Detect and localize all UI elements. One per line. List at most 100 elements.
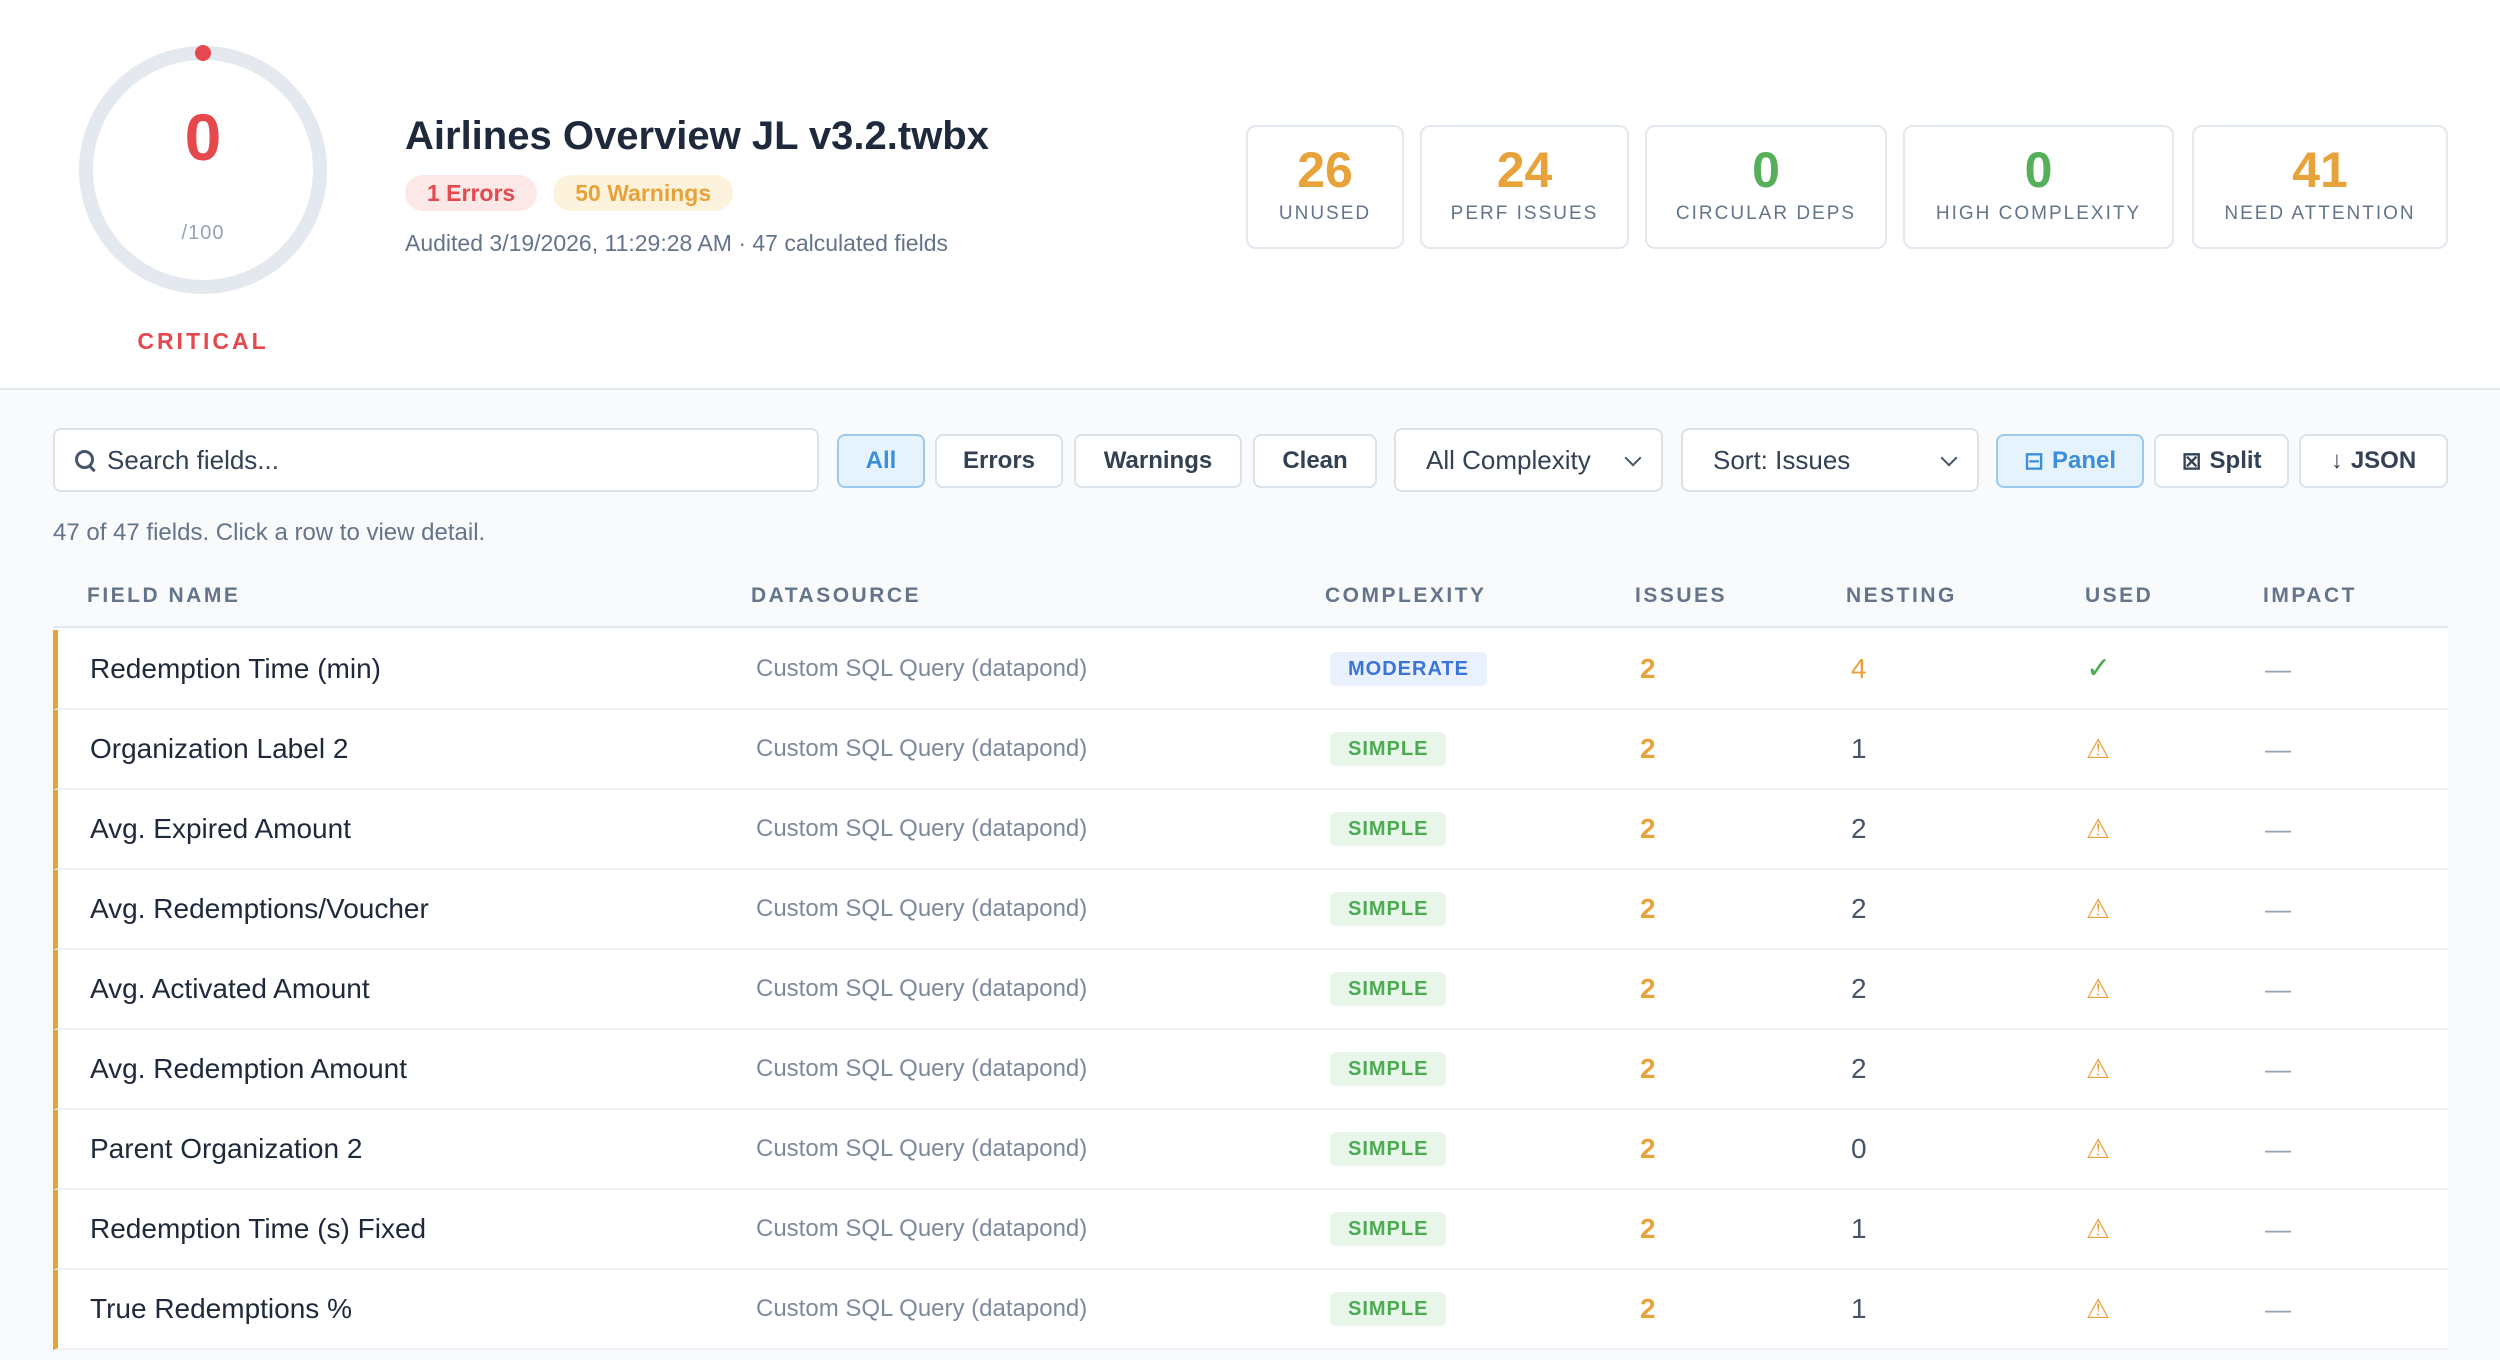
filter-clean-button[interactable]: Clean bbox=[1253, 434, 1377, 488]
column-header-datasource[interactable]: DATASOURCE bbox=[751, 584, 921, 608]
used-cell: ⚠ bbox=[2086, 1030, 2110, 1108]
impact-value: — bbox=[2265, 654, 2291, 684]
complexity-badge: SIMPLE bbox=[1330, 1051, 1447, 1086]
complexity-badge: SIMPLE bbox=[1330, 731, 1447, 766]
field-name: Organization Label 2 bbox=[90, 733, 349, 764]
field-datasource: Custom SQL Query (datapond) bbox=[756, 895, 1088, 922]
issues-count: 2 bbox=[1640, 1213, 1656, 1244]
warnings-badge: 50 Warnings bbox=[553, 175, 734, 211]
complexity-select[interactable]: All Complexity bbox=[1394, 428, 1663, 492]
filter-warnings-button[interactable]: Warnings bbox=[1074, 434, 1242, 488]
panel-button-label: Panel bbox=[2052, 447, 2117, 474]
health-status-label: CRITICAL bbox=[137, 328, 269, 354]
warn-icon: ⚠ bbox=[2086, 734, 2111, 764]
field-datasource: Custom SQL Query (datapond) bbox=[756, 1055, 1088, 1082]
field-datasource: Custom SQL Query (datapond) bbox=[756, 815, 1088, 842]
column-header-used[interactable]: USED bbox=[2085, 584, 2153, 608]
stat-label: NEED ATTENTION bbox=[2224, 203, 2416, 224]
impact-value: — bbox=[2265, 974, 2291, 1004]
column-header-issues[interactable]: ISSUES bbox=[1635, 584, 1727, 608]
complexity-badge: MODERATE bbox=[1330, 651, 1487, 686]
column-header-nesting[interactable]: NESTING bbox=[1846, 584, 1957, 608]
table-row[interactable]: Redemption Time (min) Custom SQL Query (d… bbox=[53, 630, 2448, 710]
sort-select[interactable]: Sort: Issues bbox=[1681, 428, 1979, 492]
nesting-depth: 2 bbox=[1851, 973, 1867, 1004]
nesting-depth: 1 bbox=[1851, 1293, 1867, 1324]
field-datasource: Custom SQL Query (datapond) bbox=[756, 655, 1088, 682]
column-header-field-name[interactable]: FIELD NAME bbox=[87, 584, 240, 608]
split-view-button[interactable]: ⊠ Split bbox=[2154, 434, 2289, 488]
impact-value: — bbox=[2265, 1294, 2291, 1324]
complexity-cell: SIMPLE bbox=[1330, 1190, 1447, 1268]
gauge-indicator-dot bbox=[195, 45, 211, 61]
stat-need-attention: 41 NEED ATTENTION bbox=[2192, 125, 2448, 249]
warn-icon: ⚠ bbox=[2086, 1054, 2111, 1084]
search-input[interactable] bbox=[107, 444, 817, 476]
issues-count: 2 bbox=[1640, 1053, 1656, 1084]
table-row[interactable]: Avg. Redemption Amount Custom SQL Query (… bbox=[53, 1030, 2448, 1110]
warn-icon: ⚠ bbox=[2086, 1294, 2111, 1324]
complexity-badge: SIMPLE bbox=[1330, 891, 1447, 926]
table-row[interactable]: Avg. Expired Amount Custom SQL Query (dat… bbox=[53, 790, 2448, 870]
complexity-badge: SIMPLE bbox=[1330, 1211, 1447, 1246]
sort-select-value: Sort: Issues bbox=[1713, 444, 1851, 475]
complexity-badge: SIMPLE bbox=[1330, 971, 1447, 1006]
nesting-depth: 2 bbox=[1851, 813, 1867, 844]
used-cell: ✓ bbox=[2086, 630, 2111, 708]
column-header-impact[interactable]: IMPACT bbox=[2263, 584, 2357, 608]
json-export-button[interactable]: ↓ JSON bbox=[2299, 434, 2448, 488]
complexity-badge: SIMPLE bbox=[1330, 1291, 1447, 1326]
warn-icon: ⚠ bbox=[2086, 814, 2111, 844]
field-name: Avg. Expired Amount bbox=[90, 813, 351, 844]
stat-high-complexity: 0 HIGH COMPLEXITY bbox=[1903, 125, 2174, 249]
nesting-depth: 1 bbox=[1851, 733, 1867, 764]
complexity-cell: SIMPLE bbox=[1330, 1030, 1447, 1108]
stat-label: HIGH COMPLEXITY bbox=[1935, 203, 2142, 224]
errors-badge: 1 Errors bbox=[405, 175, 538, 211]
nesting-depth: 2 bbox=[1851, 893, 1867, 924]
table-row[interactable]: Parent Organization 2 Custom SQL Query (d… bbox=[53, 1110, 2448, 1190]
table-row[interactable]: Avg. Redemptions/Voucher Custom SQL Query… bbox=[53, 870, 2448, 950]
download-icon: ↓ bbox=[2330, 447, 2343, 474]
used-cell: ⚠ bbox=[2086, 790, 2110, 868]
table-row[interactable]: Avg. Activated Amount Custom SQL Query (d… bbox=[53, 950, 2448, 1030]
complexity-cell: SIMPLE bbox=[1330, 1270, 1447, 1348]
stat-value: 24 bbox=[1496, 142, 1553, 198]
field-datasource: Custom SQL Query (datapond) bbox=[756, 975, 1088, 1002]
complexity-badge: SIMPLE bbox=[1330, 811, 1447, 846]
split-button-label: Split bbox=[2209, 447, 2262, 474]
field-name: Redemption Time (min) bbox=[90, 653, 381, 684]
issues-count: 2 bbox=[1640, 813, 1656, 844]
column-header-complexity[interactable]: COMPLEXITY bbox=[1325, 584, 1487, 608]
field-name: Avg. Activated Amount bbox=[90, 973, 370, 1004]
table-row[interactable]: Redemption Time (s) Fixed Custom SQL Quer… bbox=[53, 1190, 2448, 1270]
field-name: Avg. Redemption Amount bbox=[90, 1053, 408, 1084]
filter-errors-button[interactable]: Errors bbox=[935, 434, 1063, 488]
stat-unused: 26 UNUSED bbox=[1246, 125, 1404, 249]
stat-value: 0 bbox=[2024, 142, 2053, 198]
stat-label: PERF ISSUES bbox=[1450, 203, 1599, 224]
impact-value: — bbox=[2265, 1054, 2291, 1084]
stat-value: 41 bbox=[2292, 142, 2348, 198]
panel-icon: ⊟ bbox=[2023, 447, 2045, 475]
warn-icon: ⚠ bbox=[2086, 1134, 2111, 1164]
issues-count: 2 bbox=[1640, 1133, 1656, 1164]
used-cell: ⚠ bbox=[2086, 1190, 2110, 1268]
chevron-down-icon bbox=[1940, 449, 1958, 467]
panel-view-button[interactable]: ⊟ Panel bbox=[1996, 434, 2144, 488]
issues-count: 2 bbox=[1640, 973, 1656, 1004]
used-cell: ⚠ bbox=[2086, 1110, 2110, 1188]
field-datasource: Custom SQL Query (datapond) bbox=[756, 1295, 1088, 1322]
search-box[interactable] bbox=[53, 428, 819, 492]
table-row[interactable]: True Redemptions % Custom SQL Query (data… bbox=[53, 1270, 2448, 1350]
toolbar: All Errors Warnings Clean All Complexity… bbox=[0, 428, 2500, 492]
workbook-title: Airlines Overview JL v3.2.twbx bbox=[405, 114, 989, 158]
impact-value: — bbox=[2265, 1134, 2291, 1164]
audit-header: 0 /100 CRITICAL Airlines Overview JL v3.… bbox=[0, 0, 2500, 390]
nesting-depth: 1 bbox=[1851, 1213, 1867, 1244]
issues-count: 2 bbox=[1640, 1293, 1656, 1324]
field-name: Redemption Time (s) Fixed bbox=[90, 1213, 427, 1244]
health-score-gauge: 0 /100 bbox=[75, 42, 331, 298]
filter-all-button[interactable]: All bbox=[837, 434, 925, 488]
table-row[interactable]: Organization Label 2 Custom SQL Query (da… bbox=[53, 710, 2448, 790]
